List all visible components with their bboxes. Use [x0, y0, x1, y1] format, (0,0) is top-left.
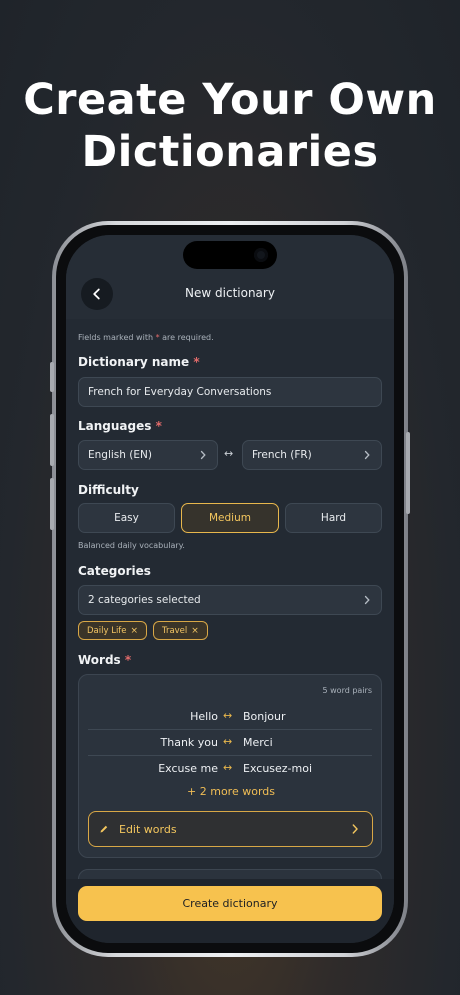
chevron-right-icon [364, 450, 370, 460]
headline-line-2: Dictionaries [81, 127, 379, 177]
required-note-prefix: Fields marked with [78, 333, 156, 342]
word-source: Thank you [160, 736, 218, 749]
chip-label: Travel [162, 625, 188, 636]
category-chip-travel[interactable]: Travel × [153, 621, 208, 640]
word-pair-count: 5 word pairs [322, 686, 373, 695]
categories-label: Categories [78, 564, 151, 578]
translation-arrow-icon: ↔ [223, 761, 233, 774]
word-target: Merci [243, 736, 273, 749]
phone-screen: New dictionary Fields marked with * are … [66, 235, 394, 943]
difficulty-option-hard[interactable]: Hard [285, 503, 382, 533]
translation-arrow-icon: ↔ [223, 735, 233, 748]
categories-summary: 2 categories selected [88, 594, 201, 606]
swap-languages-icon[interactable]: ↔ [224, 447, 233, 460]
word-pair-row: Excuse me ↔ Excusez-moi [88, 756, 372, 782]
required-note: Fields marked with * are required. [78, 333, 214, 342]
dynamic-island [183, 241, 277, 269]
power-button [406, 432, 410, 514]
source-language-value: English (EN) [88, 449, 152, 461]
languages-label-text: Languages [78, 419, 152, 433]
word-source: Excuse me [158, 762, 218, 775]
word-target: Excusez-moi [243, 762, 313, 775]
word-pair-row: Hello ↔ Bonjour [88, 704, 372, 730]
required-star: * [155, 419, 162, 433]
edit-words-label: Edit words [119, 822, 177, 836]
more-words-link[interactable]: + 2 more words [79, 785, 383, 798]
action-button [50, 362, 54, 392]
remove-chip-icon[interactable]: × [131, 626, 139, 636]
words-label-text: Words [78, 653, 121, 667]
required-note-suffix: are required. [159, 333, 214, 342]
chip-label: Daily Life [87, 625, 127, 636]
dictionary-name-value: French for Everyday Conversations [88, 386, 272, 398]
chevron-right-icon [200, 450, 206, 460]
required-star: * [193, 355, 200, 369]
edit-words-button[interactable]: Edit words [88, 811, 373, 847]
required-star: * [124, 653, 132, 667]
words-card: 5 word pairs Hello ↔ Bonjour Thank you ↔… [78, 674, 382, 858]
word-pair-row: Thank you ↔ Merci [88, 730, 372, 756]
dictionary-name-label-text: Dictionary name [78, 355, 190, 369]
pencil-icon [99, 824, 109, 834]
categories-select[interactable]: 2 categories selected [78, 585, 382, 615]
target-language-select[interactable]: French (FR) [242, 440, 382, 470]
source-language-select[interactable]: English (EN) [78, 440, 218, 470]
words-label: Words * [78, 653, 131, 667]
dictionary-name-input[interactable]: French for Everyday Conversations [78, 377, 382, 407]
difficulty-option-medium[interactable]: Medium [181, 503, 279, 533]
volume-up-button [50, 414, 54, 466]
category-chip-daily-life[interactable]: Daily Life × [78, 621, 148, 640]
translation-arrow-icon: ↔ [223, 709, 233, 722]
difficulty-hint: Balanced daily vocabulary. [78, 541, 185, 550]
difficulty-label: Difficulty [78, 483, 139, 497]
difficulty-option-easy[interactable]: Easy [78, 503, 175, 533]
target-language-value: French (FR) [252, 449, 312, 461]
headline-line-1: Create Your Own [23, 75, 437, 125]
dictionary-name-label: Dictionary name * [78, 355, 200, 369]
page-title: New dictionary [185, 286, 275, 300]
word-target: Bonjour [243, 710, 286, 723]
camera-icon [254, 248, 268, 262]
remove-chip-icon[interactable]: × [191, 626, 199, 636]
word-source: Hello [190, 710, 218, 723]
create-dictionary-button[interactable]: Create dictionary [78, 886, 382, 921]
volume-down-button [50, 478, 54, 530]
headline: Create Your Own Dictionaries [0, 74, 460, 178]
chevron-right-icon [364, 595, 370, 605]
chevron-right-icon [352, 824, 358, 834]
languages-label: Languages * [78, 419, 162, 433]
